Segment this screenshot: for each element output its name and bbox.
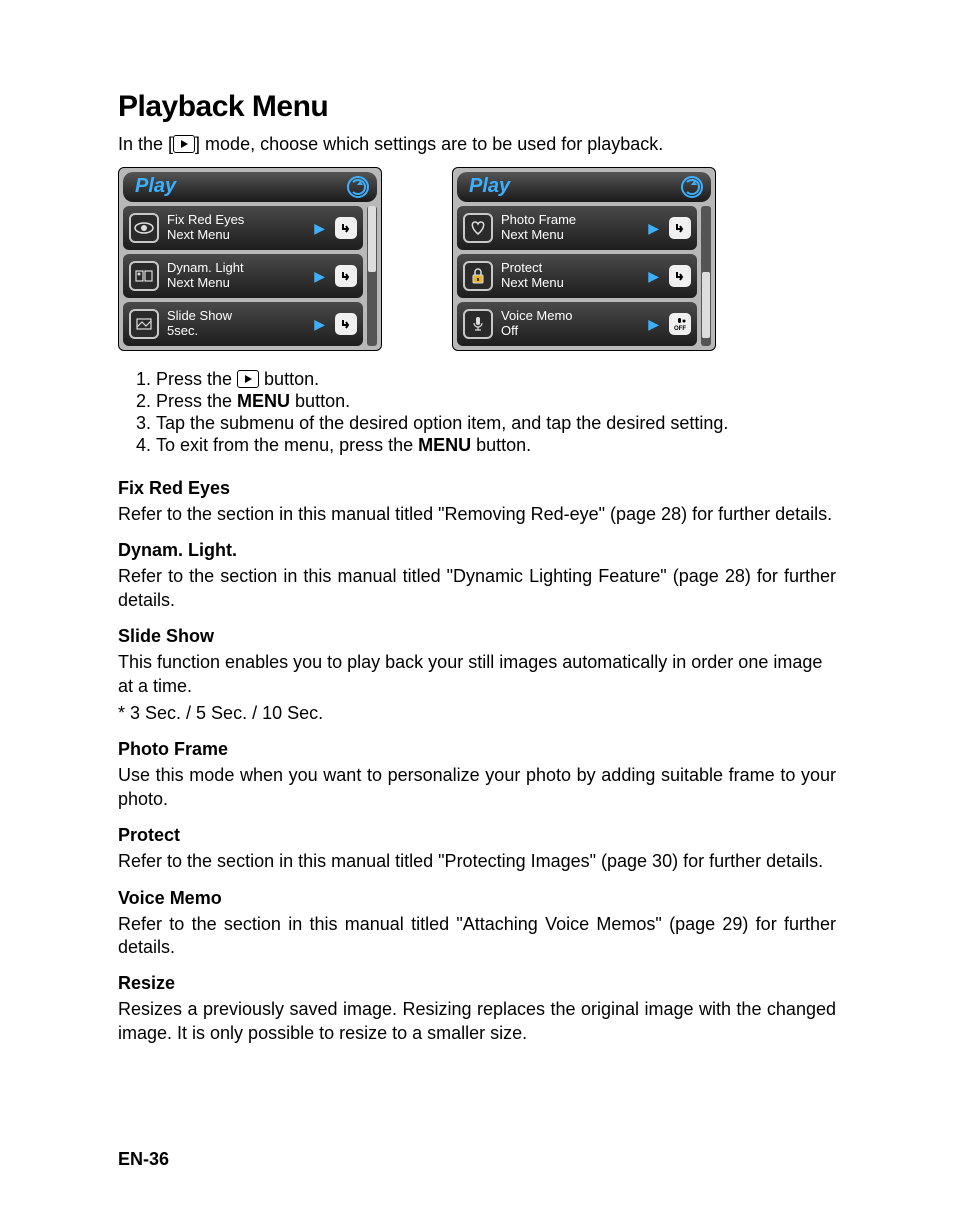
menu-item-dynam-light[interactable]: Dynam. Light Next Menu ▶ (123, 254, 363, 298)
section-resize: Resize Resizes a previously saved image.… (118, 973, 836, 1045)
chevron-right-icon: ▶ (314, 316, 325, 333)
steps-list: Press the button. Press the MENU button.… (118, 369, 836, 456)
section-heading: Resize (118, 973, 836, 994)
enter-icon (335, 217, 357, 239)
section-body-2: * 3 Sec. / 5 Sec. / 10 Sec. (118, 702, 836, 725)
step-3: Tap the submenu of the desired option it… (156, 413, 836, 434)
menu-item-text: Slide Show 5sec. (167, 309, 306, 339)
section-slide-show: Slide Show This function enables you to … (118, 626, 836, 725)
menu-screenshots: Play Fix Red Eyes Next Menu ▶ (118, 167, 836, 351)
section-body: Refer to the section in this manual titl… (118, 913, 836, 960)
chevron-right-icon: ▶ (314, 268, 325, 285)
page-number: EN-36 (118, 1149, 169, 1170)
chevron-right-icon: ▶ (314, 220, 325, 237)
menu-item-text: Voice Memo Off (501, 309, 640, 339)
section-body: Refer to the section in this manual titl… (118, 565, 836, 612)
enter-icon (335, 265, 357, 287)
heart-icon (463, 213, 493, 243)
section-heading: Protect (118, 825, 836, 846)
enter-icon (669, 265, 691, 287)
section-protect: Protect Refer to the section in this man… (118, 825, 836, 873)
section-heading: Fix Red Eyes (118, 478, 836, 499)
section-dynam-light: Dynam. Light. Refer to the section in th… (118, 540, 836, 612)
section-heading: Photo Frame (118, 739, 836, 760)
chevron-right-icon: ▶ (648, 220, 659, 237)
section-heading: Dynam. Light. (118, 540, 836, 561)
enter-icon (669, 217, 691, 239)
panel-header: Play (457, 172, 711, 202)
svg-text:OFF: OFF (674, 326, 686, 331)
panel-header: Play (123, 172, 377, 202)
mic-icon (463, 309, 493, 339)
section-fix-red-eyes: Fix Red Eyes Refer to the section in thi… (118, 478, 836, 526)
menu-item-fix-red-eyes[interactable]: Fix Red Eyes Next Menu ▶ (123, 206, 363, 250)
menu-item-slide-show[interactable]: Slide Show 5sec. ▶ (123, 302, 363, 346)
play-menu-panel-1: Play Fix Red Eyes Next Menu ▶ (118, 167, 382, 351)
mic-off-icon: OFF (669, 313, 691, 335)
step-1: Press the button. (156, 369, 836, 390)
chevron-right-icon: ▶ (648, 316, 659, 333)
menu-item-text: Photo Frame Next Menu (501, 213, 640, 243)
play-mode-icon (173, 135, 195, 153)
cycle-icon (347, 176, 369, 198)
enter-icon (335, 313, 357, 335)
slide-icon (129, 309, 159, 339)
section-voice-memo: Voice Memo Refer to the section in this … (118, 888, 836, 960)
menu-item-text: Dynam. Light Next Menu (167, 261, 306, 291)
menu-item-photo-frame[interactable]: Photo Frame Next Menu ▶ (457, 206, 697, 250)
menu-item-text: Protect Next Menu (501, 261, 640, 291)
panel-title: Play (135, 175, 176, 198)
intro-b: ] mode, choose which settings are to be … (195, 134, 663, 154)
cycle-icon (681, 176, 703, 198)
section-body: Resizes a previously saved image. Resizi… (118, 998, 836, 1045)
panel-title: Play (469, 175, 510, 198)
eye-icon (129, 213, 159, 243)
intro-text: In the [ ] mode, choose which settings ar… (118, 134, 836, 155)
chevron-right-icon: ▶ (648, 268, 659, 285)
section-heading: Voice Memo (118, 888, 836, 909)
play-menu-panel-2: Play Photo Frame Next Menu ▶ (452, 167, 716, 351)
section-body: Refer to the section in this manual titl… (118, 850, 836, 873)
scroll-thumb[interactable] (702, 272, 710, 338)
section-body: Refer to the section in this manual titl… (118, 503, 836, 526)
scroll-thumb[interactable] (368, 206, 376, 272)
section-body: This function enables you to play back y… (118, 651, 836, 698)
menu-item-text: Fix Red Eyes Next Menu (167, 213, 306, 243)
lock-icon (463, 261, 493, 291)
scrollbar[interactable] (367, 206, 377, 346)
menu-item-protect[interactable]: Protect Next Menu ▶ (457, 254, 697, 298)
menu-item-voice-memo[interactable]: Voice Memo Off ▶ OFF (457, 302, 697, 346)
intro-a: In the [ (118, 134, 173, 154)
section-heading: Slide Show (118, 626, 836, 647)
section-body: Use this mode when you want to personali… (118, 764, 836, 811)
section-photo-frame: Photo Frame Use this mode when you want … (118, 739, 836, 811)
play-mode-icon (237, 370, 259, 388)
page-title: Playback Menu (118, 90, 836, 124)
step-4: To exit from the menu, press the MENU bu… (156, 435, 836, 456)
step-2: Press the MENU button. (156, 391, 836, 412)
scrollbar[interactable] (701, 206, 711, 346)
light-icon (129, 261, 159, 291)
